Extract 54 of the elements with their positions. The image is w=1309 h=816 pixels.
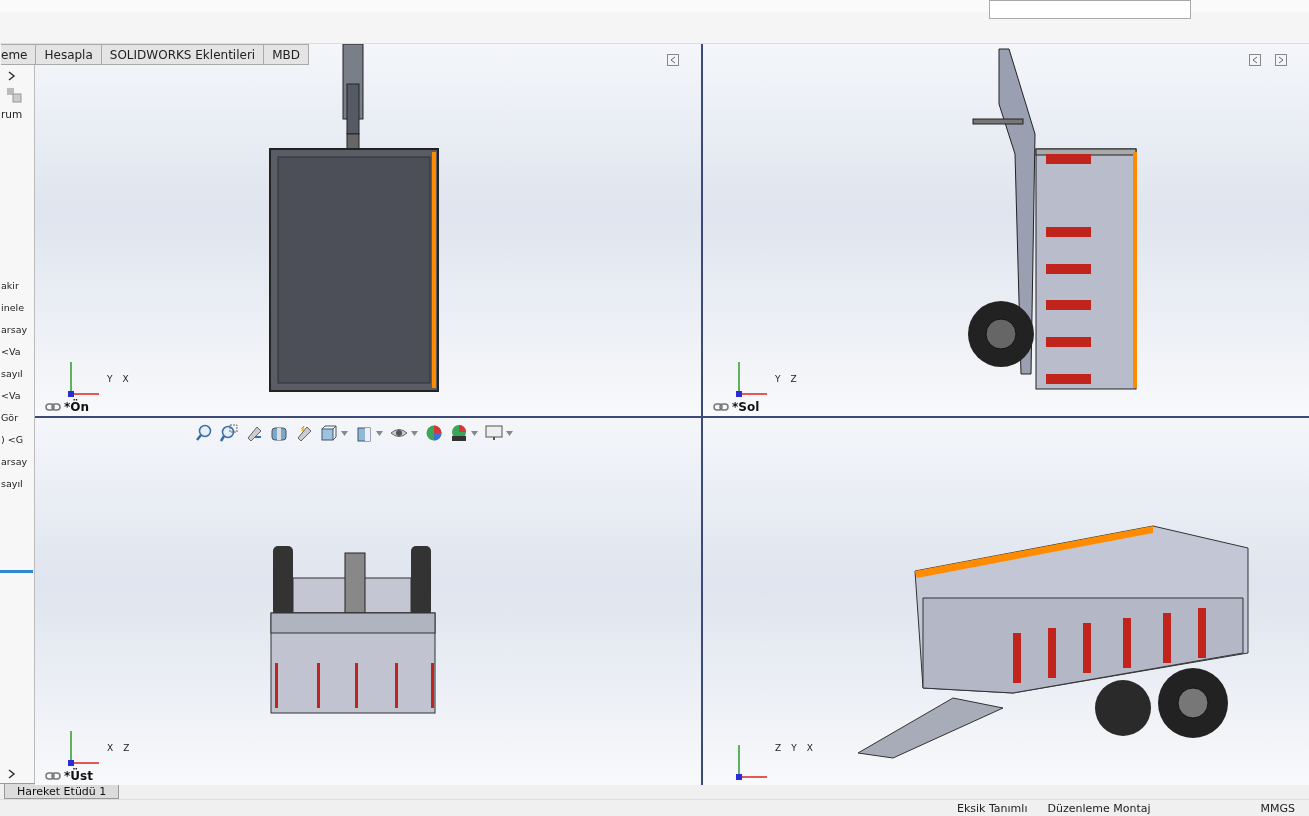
tree-item[interactable]: sayıl [1,473,33,495]
axis-label: X [122,374,129,384]
tree-item[interactable]: <Va [1,341,33,363]
axis-label: X [806,743,813,753]
tree-item[interactable]: akir [1,275,33,297]
study-tab[interactable]: Hareket Etüdü 1 [4,784,120,799]
command-tab[interactable]: SOLIDWORKS Eklentileri [101,44,265,65]
command-tab[interactable]: Hesapla [36,44,102,65]
tree-item[interactable]: sayıl [1,363,33,385]
link-icon [713,402,729,412]
axis-label: Z [775,743,782,753]
expand-icon[interactable] [8,769,16,779]
tree-item[interactable]: rum [1,103,21,125]
color-ball-icon[interactable] [425,424,443,442]
color-ball-icon[interactable] [450,424,468,442]
tree-item[interactable]: inele [1,297,33,319]
search-field[interactable] [989,0,1191,19]
monitor-icon[interactable] [485,424,503,442]
tree-item[interactable]: <Va [1,385,33,407]
configuration-icon[interactable] [6,87,22,103]
axis-label: X [107,743,114,753]
tree-item[interactable]: arsay [1,451,33,473]
next-view-icon[interactable] [1275,54,1287,66]
previous-view-icon[interactable] [1249,54,1261,66]
dropdown-caret-icon[interactable] [471,430,478,436]
zoom-to-area-icon[interactable] [220,424,238,442]
dropdown-caret-icon[interactable] [506,430,513,436]
cube-icon[interactable] [355,424,373,442]
zoom-to-fit-icon[interactable] [195,424,213,442]
status-text: Düzenleme Montaj [1047,801,1151,815]
axis-label: Y [775,374,781,384]
command-tab[interactable]: eme [1,44,37,65]
axis-label: Z [790,374,797,384]
dropdown-caret-icon[interactable] [411,430,418,436]
tree-item[interactable]: ) <G [1,429,33,451]
section-view-icon[interactable] [270,424,288,442]
link-icon [45,771,61,781]
command-tab[interactable]: MBD [264,44,309,65]
tree-item[interactable]: Gör [1,407,33,429]
expand-icon[interactable] [8,71,16,81]
axis-label: Y [107,374,113,384]
cube-icon[interactable] [320,424,338,442]
status-text: MMGS [1260,801,1295,815]
link-icon [45,402,61,412]
tree-item[interactable]: arsay [1,319,33,341]
axis-label: Z [123,743,130,753]
dropdown-caret-icon[interactable] [341,430,348,436]
view-name: *Ön [64,400,90,414]
previous-view-icon[interactable] [667,54,679,66]
view-name: *Üst [64,769,93,783]
status-text: Eksik Tanımlı [956,801,1028,815]
dropdown-caret-icon[interactable] [376,430,383,436]
axis-label: Y [791,743,797,753]
view-name: *Sol [732,400,760,414]
